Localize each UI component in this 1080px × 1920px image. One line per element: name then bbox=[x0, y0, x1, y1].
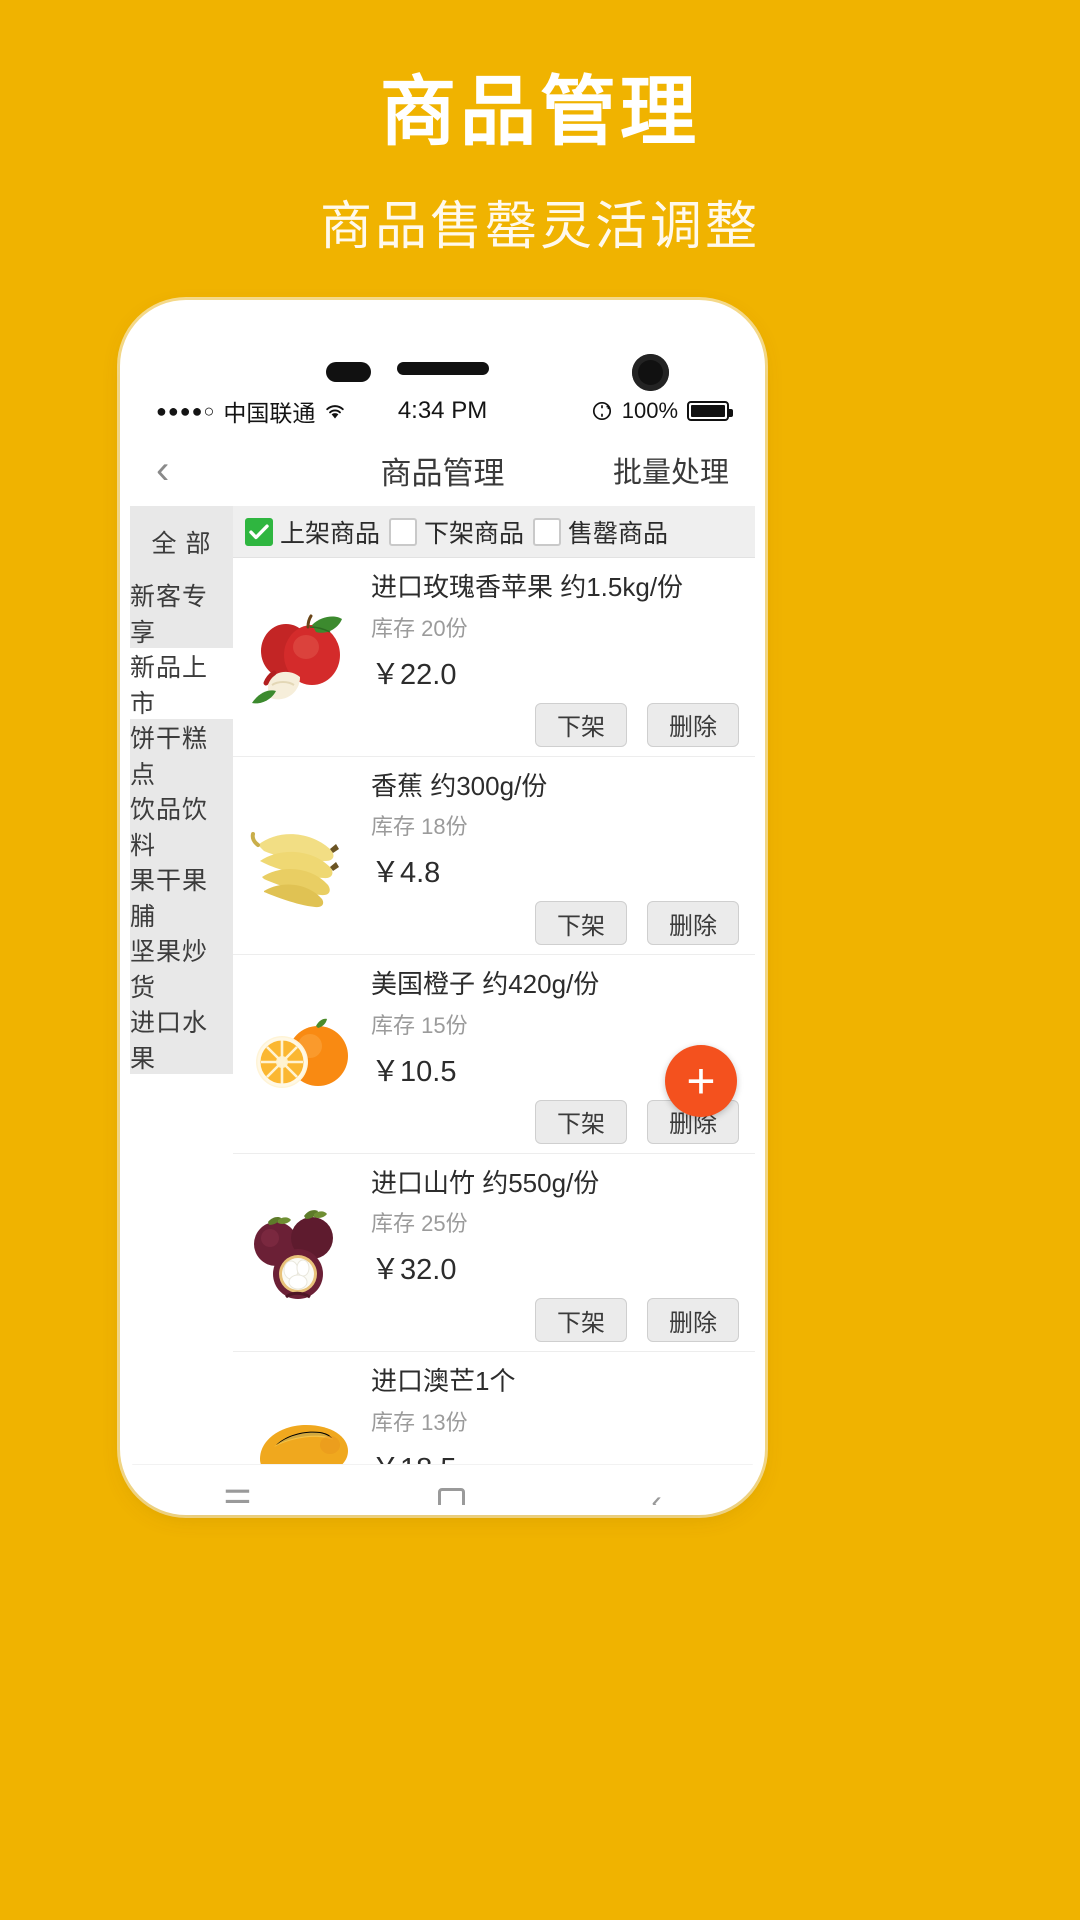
row-actions: 下架 删除 bbox=[371, 702, 739, 747]
phone-hardware-top bbox=[130, 310, 755, 391]
filter-label: 下架商品 bbox=[424, 519, 525, 548]
sensor-icon bbox=[326, 362, 371, 382]
category-sidebar: 全 部 新客专享 新品上市 饼干糕点 饮品饮料 果干果脯 坚果炒货 进口水果 bbox=[130, 506, 233, 1464]
checkbox-icon[interactable] bbox=[533, 517, 562, 546]
product-stock: 库存 20份 bbox=[371, 615, 468, 641]
status-left: ●●●●○ 中国联通 bbox=[156, 394, 398, 428]
promo-subtitle: 商品售罄灵活调整 bbox=[319, 198, 760, 257]
product-stock: 库存 13份 bbox=[371, 1409, 468, 1435]
sidebar-item-label: 全 部 bbox=[151, 529, 212, 558]
offshelf-button[interactable]: 下架 bbox=[535, 901, 627, 945]
sidebar-item-new-customer[interactable]: 新客专享 bbox=[130, 577, 233, 648]
product-name: 美国橙子 约420g/份 bbox=[371, 969, 600, 999]
row-actions: 下架 删除 bbox=[371, 901, 739, 945]
row-actions: 下架 删除 bbox=[371, 1298, 739, 1342]
filter-label: 售罄商品 bbox=[568, 519, 669, 548]
apple-image bbox=[243, 571, 361, 747]
earpiece-speaker bbox=[396, 362, 489, 375]
delete-button[interactable]: 删除 bbox=[647, 901, 739, 945]
delete-button[interactable]: 删除 bbox=[647, 1298, 739, 1342]
sidebar-item-drinks[interactable]: 饮品饮料 bbox=[130, 790, 233, 861]
filter-offshelf[interactable]: 下架商品 bbox=[389, 514, 524, 550]
product-info: 香蕉 约300g/份 库存 18份 ￥4.8 下架 删除 bbox=[361, 770, 739, 945]
status-time: 4:34 PM bbox=[397, 397, 488, 424]
filter-label: 上架商品 bbox=[280, 519, 381, 548]
rotation-lock-icon bbox=[591, 400, 613, 422]
product-panel: 上架商品 下架商品 售罄商品 进口玫瑰香苹果 约1.5kg/份 库存 20份 ￥… bbox=[233, 506, 755, 1464]
sidebar-item-new-arrivals[interactable]: 新品上市 bbox=[130, 648, 233, 719]
sidebar-item-label: 进口水果 bbox=[130, 1008, 209, 1073]
offshelf-button[interactable]: 下架 bbox=[535, 702, 627, 747]
product-price: ￥18.5 bbox=[371, 1445, 739, 1465]
mangosteen-image bbox=[243, 1167, 361, 1343]
sidebar-item-label: 新品上市 bbox=[130, 653, 209, 718]
phone-mockup: ●●●●○ 中国联通 4:34 PM 100% ‹ 商品管理 批量处理 全 部 … bbox=[130, 310, 755, 1505]
filter-soldout[interactable]: 售罄商品 bbox=[533, 514, 668, 550]
plus-icon: + bbox=[686, 1053, 716, 1109]
home-square-icon[interactable] bbox=[438, 1488, 466, 1505]
product-name: 进口山竹 约550g/份 bbox=[371, 1167, 600, 1198]
product-stock: 库存 18份 bbox=[371, 814, 468, 839]
sidebar-item-label: 饮品饮料 bbox=[130, 795, 209, 860]
sidebar-item-nuts[interactable]: 坚果炒货 bbox=[130, 932, 233, 1003]
table-row[interactable]: 进口玫瑰香苹果 约1.5kg/份 库存 20份 ￥22.0 下架 删除 bbox=[233, 558, 755, 757]
filter-onshelf[interactable]: 上架商品 bbox=[245, 514, 380, 550]
product-info: 进口澳芒1个 库存 13份 ￥18.5 下架 删除 bbox=[361, 1365, 739, 1464]
sidebar-item-biscuits[interactable]: 饼干糕点 bbox=[130, 719, 233, 790]
signal-dots-icon: ●●●●○ bbox=[156, 400, 216, 421]
status-bar: ●●●●○ 中国联通 4:34 PM 100% bbox=[130, 388, 755, 434]
table-row[interactable]: 香蕉 约300g/份 库存 18份 ￥4.8 下架 删除 bbox=[233, 757, 755, 955]
table-row[interactable]: 进口山竹 约550g/份 库存 25份 ￥32.0 下架 删除 bbox=[233, 1154, 755, 1352]
battery-percent-label: 100% bbox=[621, 398, 679, 423]
product-price: ￥32.0 bbox=[371, 1254, 457, 1286]
sidebar-item-label: 果干果脯 bbox=[130, 866, 209, 931]
product-name: 进口玫瑰香苹果 约1.5kg/份 bbox=[371, 572, 684, 602]
sidebar-item-label: 新客专享 bbox=[130, 582, 209, 647]
delete-button[interactable]: 删除 bbox=[647, 702, 739, 747]
product-list: 进口玫瑰香苹果 约1.5kg/份 库存 20份 ￥22.0 下架 删除 香蕉 约… bbox=[233, 558, 755, 1464]
batch-process-button[interactable]: 批量处理 bbox=[613, 449, 729, 491]
sidebar-item-dried-fruit[interactable]: 果干果脯 bbox=[130, 861, 233, 932]
sidebar-item-imported-fruit[interactable]: 进口水果 bbox=[130, 1003, 233, 1074]
table-row[interactable]: 进口澳芒1个 库存 13份 ￥18.5 下架 删除 bbox=[233, 1352, 755, 1464]
back-button[interactable]: ‹ bbox=[156, 450, 216, 490]
sidebar-item-all[interactable]: 全 部 bbox=[130, 506, 233, 577]
screen-body: 全 部 新客专享 新品上市 饼干糕点 饮品饮料 果干果脯 坚果炒货 进口水果 上… bbox=[130, 506, 755, 1464]
back-icon[interactable]: ‹ bbox=[651, 1483, 662, 1505]
add-product-fab[interactable]: + bbox=[665, 1045, 737, 1117]
menu-icon[interactable]: ☰ bbox=[223, 1483, 252, 1506]
product-price: ￥22.0 bbox=[371, 658, 457, 691]
offshelf-button[interactable]: 下架 bbox=[535, 1298, 627, 1342]
checkbox-icon[interactable] bbox=[389, 517, 418, 546]
filter-bar: 上架商品 下架商品 售罄商品 bbox=[233, 506, 755, 558]
product-name: 香蕉 约300g/份 bbox=[371, 770, 548, 801]
status-right: 100% bbox=[487, 398, 734, 424]
product-price: ￥4.8 bbox=[371, 857, 441, 889]
sidebar-item-label: 饼干糕点 bbox=[130, 724, 209, 789]
promo-title: 商品管理 bbox=[380, 70, 700, 155]
mango-image bbox=[243, 1365, 361, 1464]
wifi-icon bbox=[323, 402, 347, 420]
orange-image bbox=[243, 968, 361, 1144]
app-navbar: ‹ 商品管理 批量处理 bbox=[130, 434, 755, 506]
battery-full-icon bbox=[687, 401, 734, 421]
banana-image bbox=[243, 770, 361, 946]
android-navigation-bar: ☰ ‹ bbox=[130, 1464, 755, 1505]
product-stock: 库存 25份 bbox=[371, 1211, 468, 1236]
product-stock: 库存 15份 bbox=[371, 1012, 468, 1038]
carrier-label: 中国联通 bbox=[223, 400, 316, 426]
offshelf-button[interactable]: 下架 bbox=[535, 1099, 627, 1144]
sidebar-item-label: 坚果炒货 bbox=[130, 937, 209, 1002]
front-camera-icon bbox=[632, 354, 669, 391]
product-name: 进口澳芒1个 bbox=[371, 1366, 516, 1396]
product-info: 进口山竹 约550g/份 库存 25份 ￥32.0 下架 删除 bbox=[361, 1167, 739, 1342]
checkbox-checked-icon[interactable] bbox=[245, 517, 273, 546]
product-info: 进口玫瑰香苹果 约1.5kg/份 库存 20份 ￥22.0 下架 删除 bbox=[361, 571, 739, 747]
